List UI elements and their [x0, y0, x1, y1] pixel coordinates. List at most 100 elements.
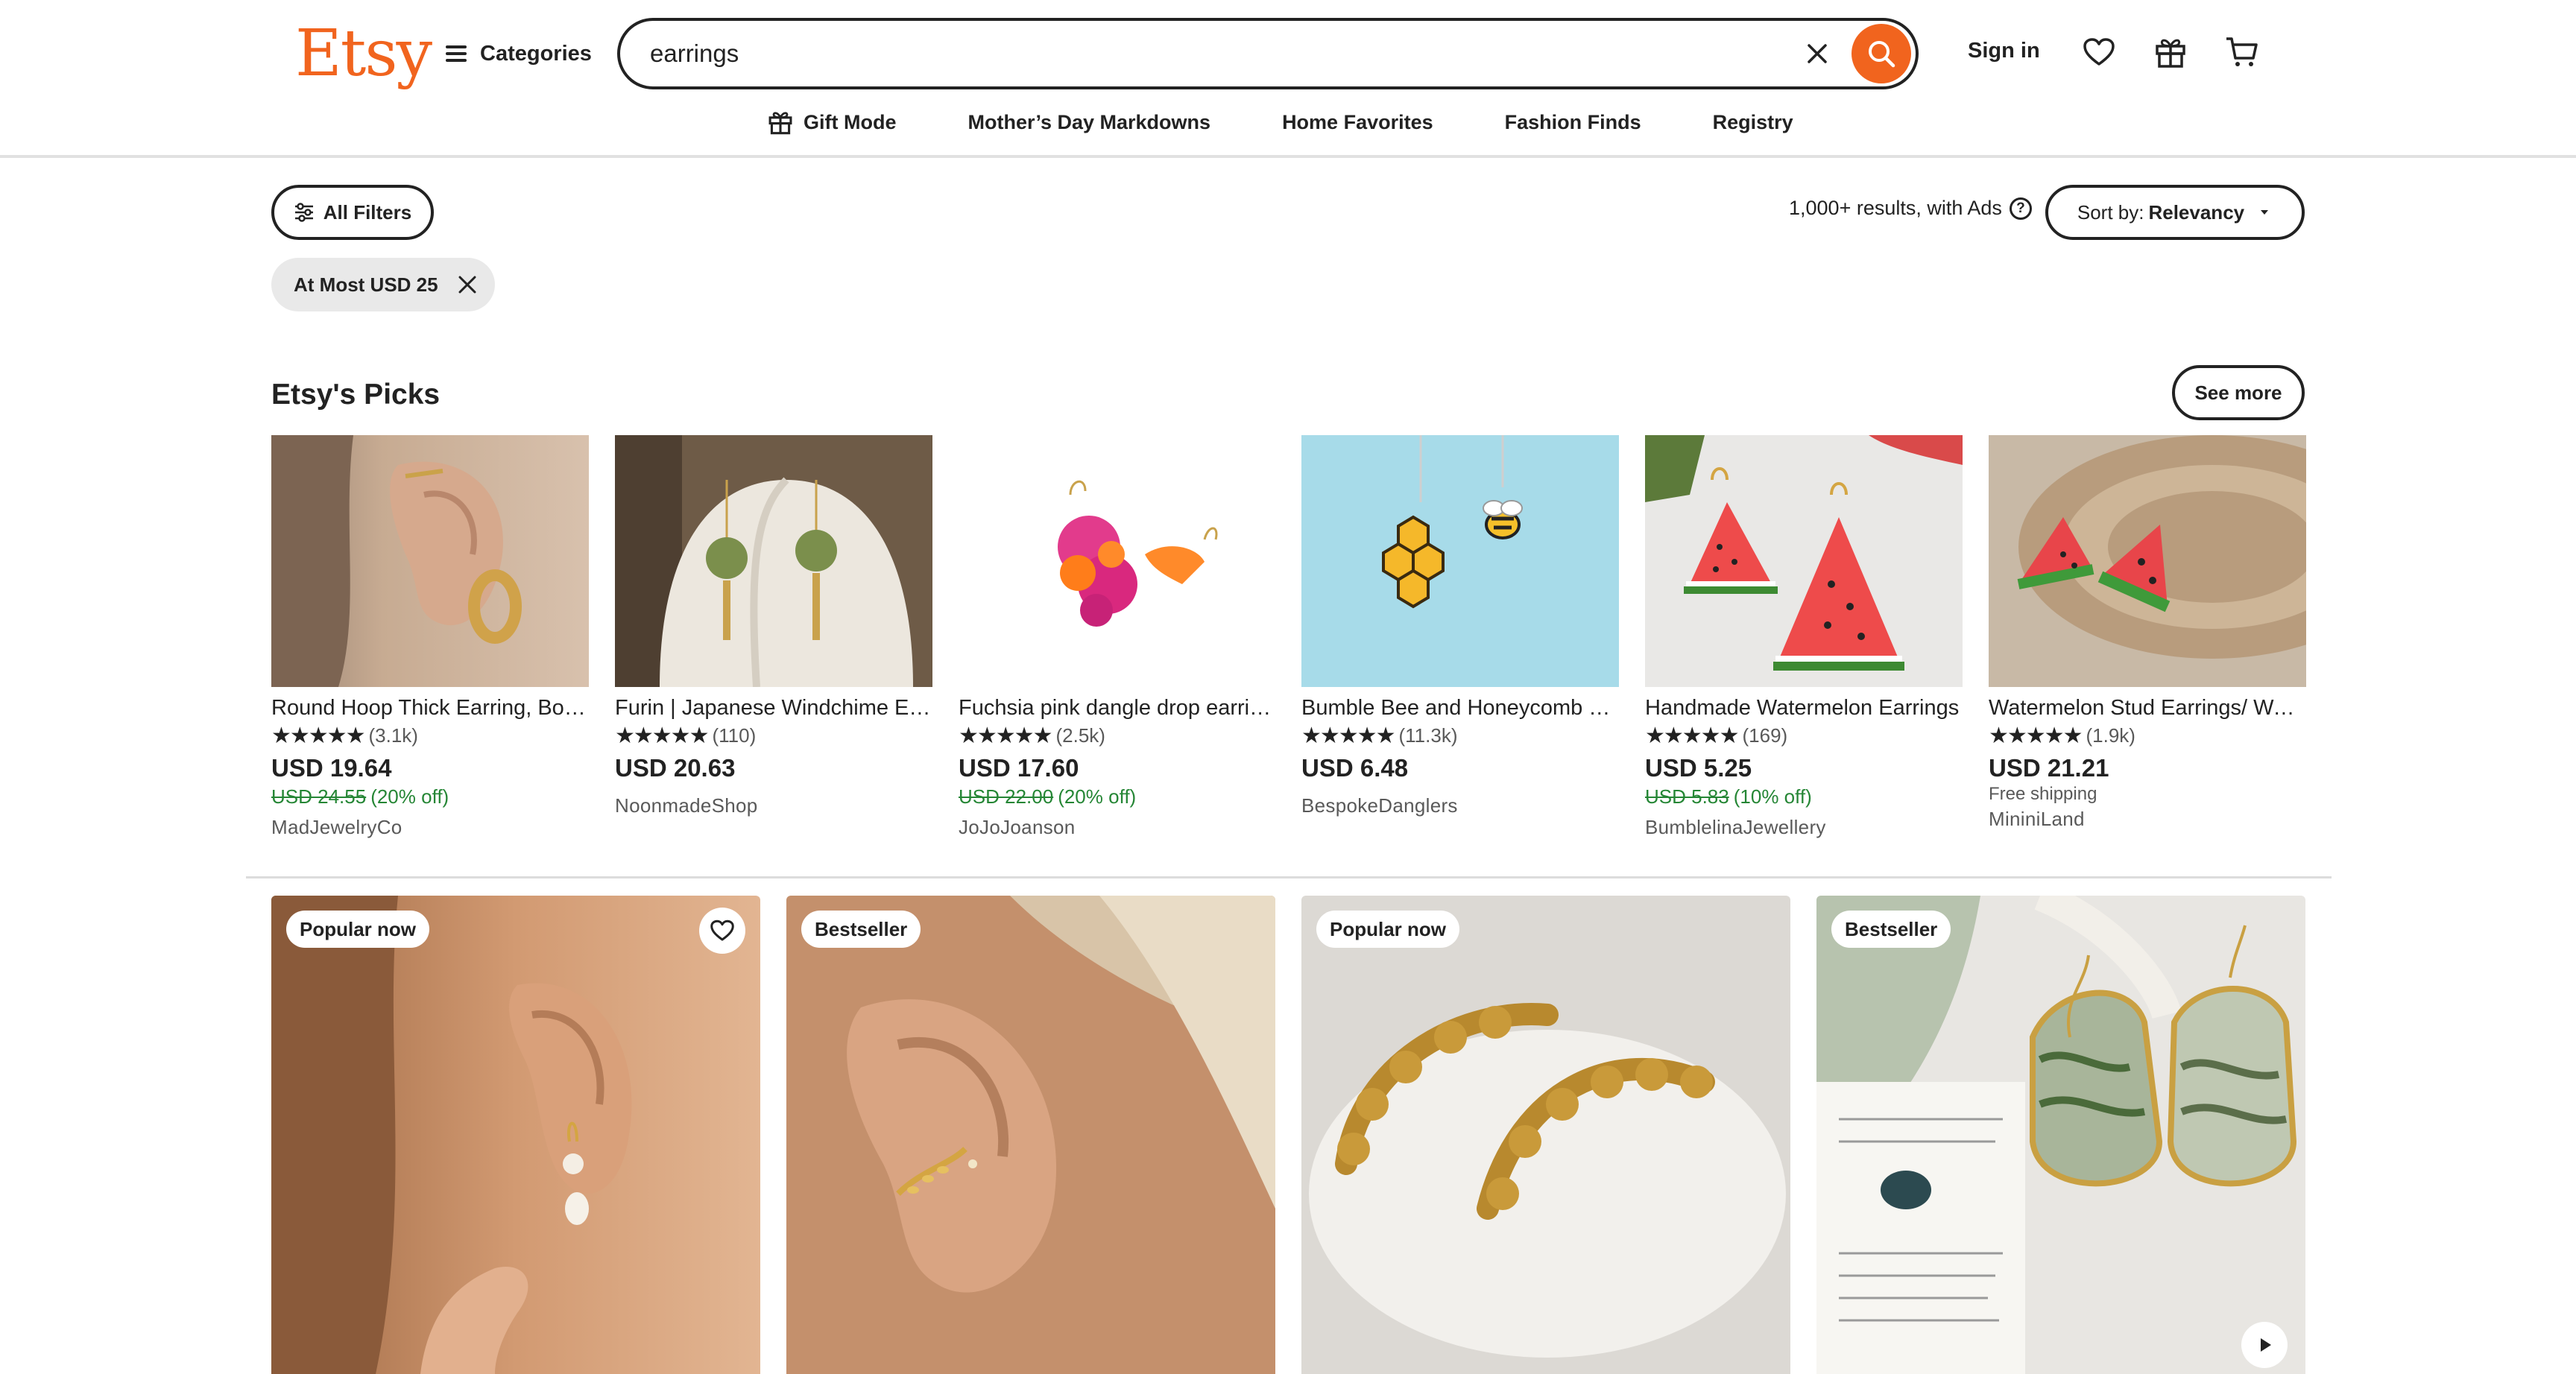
- listing-card[interactable]: Bestseller: [1816, 896, 2305, 1374]
- popular-badge: Popular now: [286, 911, 429, 948]
- all-filters-button[interactable]: All Filters: [271, 185, 434, 240]
- help-icon[interactable]: ?: [2009, 197, 2032, 220]
- play-icon: [2261, 1338, 2271, 1352]
- rating: ★★★★★ (110): [615, 721, 932, 750]
- price: USD 17.60: [959, 754, 1079, 782]
- close-icon[interactable]: [458, 275, 477, 294]
- original-price: USD 24.55: [271, 785, 367, 808]
- price-filter-chip[interactable]: At Most USD 25: [271, 258, 495, 311]
- search-icon: [1869, 41, 1895, 68]
- nav-label: Fashion Finds: [1504, 110, 1641, 133]
- star-rating-icon: ★★★★★: [615, 723, 709, 748]
- nav-label: Mother’s Day Markdowns: [967, 110, 1211, 133]
- pick-card[interactable]: Round Hoop Thick Earring, Bold Gold Hoop…: [271, 435, 589, 839]
- heart-icon: [710, 919, 734, 941]
- pick-card[interactable]: Fuchsia pink dangle drop earrings ★★★★★(…: [959, 435, 1276, 839]
- nav-label: Registry: [1712, 110, 1793, 133]
- price: USD 20.63: [615, 754, 736, 782]
- listing-image[interactable]: [786, 896, 1275, 1374]
- search-bar[interactable]: earrings: [617, 18, 1919, 89]
- categories-button[interactable]: Categories: [446, 33, 592, 75]
- pick-title[interactable]: Fuchsia pink dangle drop earrings: [959, 694, 1276, 721]
- listing-card[interactable]: Bestseller: [786, 896, 1275, 1374]
- listing-image[interactable]: [1816, 896, 2305, 1374]
- close-icon[interactable]: [1796, 33, 1838, 75]
- review-count: (110): [712, 724, 757, 747]
- price: USD 21.21: [1989, 754, 2109, 782]
- listing-image[interactable]: [271, 896, 760, 1374]
- discount: (10% off): [1733, 785, 1812, 808]
- favorite-button[interactable]: [699, 908, 745, 954]
- pick-title[interactable]: Round Hoop Thick Earring, Bold Gold Hoop…: [271, 694, 589, 721]
- pick-image[interactable]: [1301, 435, 1619, 687]
- shop-name[interactable]: BumblelinaJewellery: [1645, 816, 1963, 839]
- pick-title[interactable]: Furin | Japanese Windchime Earrings: [615, 694, 932, 721]
- discount: (20% off): [1058, 785, 1137, 808]
- nav-registry[interactable]: Registry: [1713, 111, 1793, 134]
- listing-card[interactable]: Popular now: [271, 896, 760, 1374]
- search-input[interactable]: earrings: [650, 39, 1796, 68]
- heart-icon[interactable]: [2078, 31, 2120, 73]
- etsy-logo[interactable]: Etsy: [295, 18, 432, 89]
- popular-badge: Popular now: [1316, 911, 1459, 948]
- pick-image[interactable]: [959, 435, 1276, 687]
- search-button[interactable]: [1852, 24, 1911, 83]
- pick-card[interactable]: Furin | Japanese Windchime Earrings ★★★★…: [615, 435, 932, 817]
- pick-image[interactable]: [1645, 435, 1963, 687]
- sort-dropdown[interactable]: Sort by: Relevancy: [2045, 185, 2305, 240]
- nav-gift-mode[interactable]: Gift Mode: [768, 110, 896, 135]
- pick-title[interactable]: Watermelon Stud Earrings/ Watermelon Jew…: [1989, 694, 2306, 721]
- cart-icon[interactable]: [2221, 31, 2263, 73]
- shop-name[interactable]: NoonmadeShop: [615, 794, 932, 817]
- price: USD 6.48: [1301, 754, 1409, 782]
- shop-name[interactable]: MininiLand: [1989, 808, 2306, 831]
- filter-sliders-icon: [294, 203, 313, 222]
- pick-card[interactable]: Handmade Watermelon Earrings ★★★★★ (169) …: [1645, 435, 1963, 839]
- bestseller-badge: Bestseller: [1831, 911, 1951, 948]
- results-info: 1,000+ results, with Ads ?: [1789, 197, 2032, 220]
- pick-card[interactable]: Bumble Bee and Honeycomb Earrings ★★★★★(…: [1301, 435, 1619, 817]
- rating: ★★★★★ (1.9k): [1989, 721, 2306, 750]
- nav-mothers-day[interactable]: Mother’s Day Markdowns: [967, 111, 1210, 134]
- pick-title[interactable]: Handmade Watermelon Earrings: [1645, 694, 1963, 721]
- rating: ★★★★★ (2.5k): [959, 721, 1276, 750]
- section-divider: [246, 876, 2332, 878]
- star-rating-icon: ★★★★★: [1989, 723, 2083, 748]
- review-count: (2.5k): [1055, 724, 1105, 747]
- price: USD 19.64: [271, 754, 392, 782]
- price-filter-label: At Most USD 25: [294, 273, 438, 296]
- rating: ★★★★★ (11.3k): [1301, 721, 1619, 750]
- pick-card[interactable]: Watermelon Stud Earrings/ Watermelon Jew…: [1989, 435, 2306, 831]
- shop-name[interactable]: BespokeDanglers: [1301, 794, 1619, 817]
- menu-icon: [446, 45, 467, 62]
- listing-card[interactable]: Popular now: [1301, 896, 1790, 1374]
- pick-title[interactable]: Bumble Bee and Honeycomb Earrings: [1301, 694, 1619, 721]
- discount: (20% off): [370, 785, 449, 808]
- discount-line: USD 22.00 (20% off): [959, 785, 1276, 808]
- nav-fashion-finds[interactable]: Fashion Finds: [1505, 111, 1641, 134]
- star-rating-icon: ★★★★★: [1301, 723, 1395, 748]
- play-video-button[interactable]: [2241, 1322, 2288, 1368]
- sign-in-link[interactable]: Sign in: [1968, 39, 2040, 63]
- see-more-button[interactable]: See more: [2172, 365, 2305, 420]
- original-price: USD 22.00: [959, 785, 1054, 808]
- pick-image[interactable]: [271, 435, 589, 687]
- review-count: (11.3k): [1398, 724, 1458, 747]
- listing-image[interactable]: [1301, 896, 1790, 1374]
- nav-home-favorites[interactable]: Home Favorites: [1282, 111, 1433, 134]
- sub-navigation: Gift Mode Mother’s Day Markdowns Home Fa…: [768, 104, 1865, 140]
- shop-name[interactable]: JoJoJoanson: [959, 816, 1276, 839]
- shop-name[interactable]: MadJewelryCo: [271, 816, 589, 839]
- free-shipping: Free shipping: [1989, 784, 2097, 804]
- pick-image[interactable]: [1989, 435, 2306, 687]
- header-divider: [0, 155, 2576, 158]
- nav-label: Gift Mode: [804, 110, 897, 133]
- gift-icon[interactable]: [2150, 31, 2191, 73]
- discount-line: USD 24.55 (20% off): [271, 785, 589, 808]
- price: USD 5.25: [1645, 754, 1752, 782]
- pick-image[interactable]: [615, 435, 932, 687]
- rating: ★★★★★ (169): [1645, 721, 1963, 750]
- results-count: 1,000+ results, with Ads: [1789, 197, 2002, 219]
- discount-line: USD 5.83 (10% off): [1645, 785, 1963, 808]
- star-rating-icon: ★★★★★: [959, 723, 1052, 748]
